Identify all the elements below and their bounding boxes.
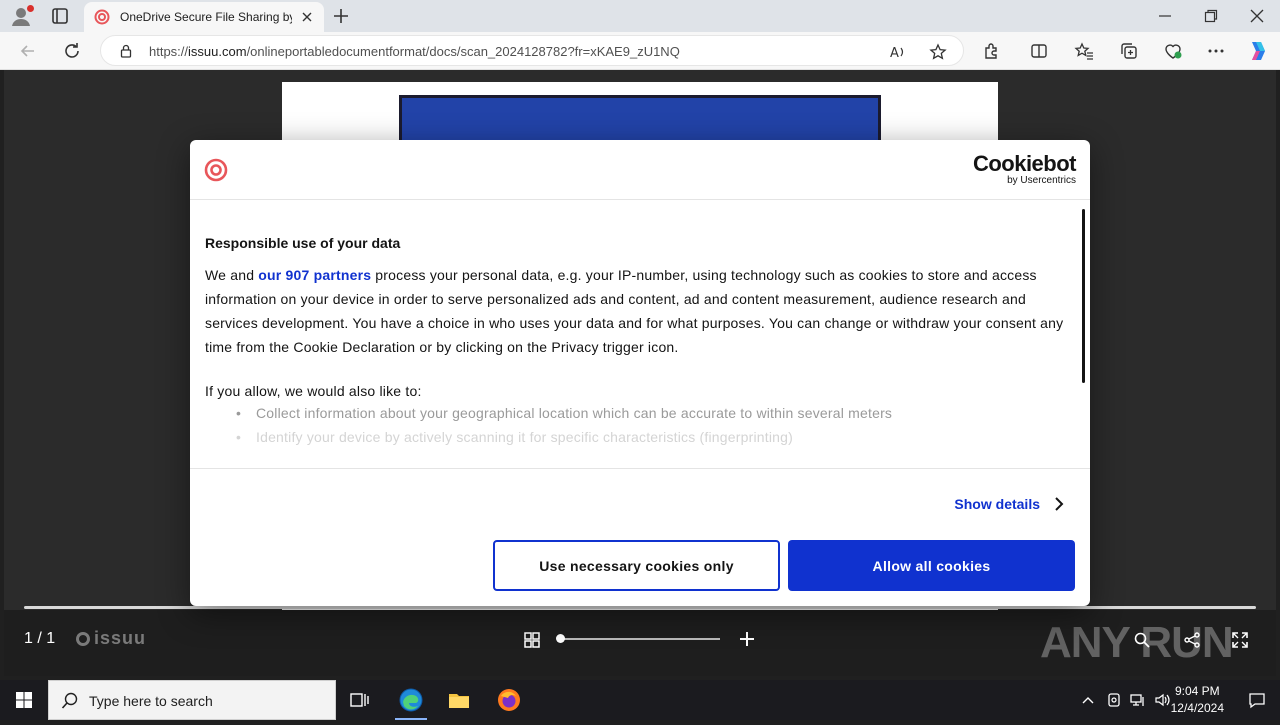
fullscreen-icon[interactable]	[1232, 632, 1248, 648]
search-placeholder: Type here to search	[89, 693, 213, 709]
grid-view-icon[interactable]	[524, 632, 540, 648]
issuu-logo: issuu	[76, 628, 146, 649]
profile-icon[interactable]	[10, 5, 34, 27]
zoom-slider-track[interactable]	[560, 638, 720, 640]
read-aloud-icon[interactable]: A	[889, 43, 907, 61]
browser-tab-bar: OneDrive Secure File Sharing by	[0, 0, 1280, 32]
edge-icon	[399, 688, 423, 712]
favorites-icon[interactable]	[1074, 41, 1094, 61]
svg-text:A: A	[890, 46, 899, 61]
page-counter: 1 / 1	[24, 630, 56, 647]
dialog-scrollbar[interactable]	[1082, 209, 1085, 383]
folder-icon	[447, 688, 471, 712]
task-view-button[interactable]	[336, 680, 384, 720]
cookie-consent-dialog: Cookiebot by Usercentrics Responsible us…	[190, 140, 1090, 606]
tab-close-icon[interactable]	[300, 10, 314, 24]
cookie-dialog-header: Cookiebot by Usercentrics	[190, 140, 1090, 200]
device-icon[interactable]	[1106, 692, 1122, 708]
restore-icon[interactable]	[1204, 9, 1218, 23]
tab-actions-icon[interactable]	[50, 6, 70, 26]
search-icon[interactable]	[1134, 632, 1150, 648]
cookie-dialog-body[interactable]: Responsible use of your data We and our …	[190, 201, 1090, 469]
browser-toolbar: https://issuu.com/onlineportabledocument…	[0, 32, 1280, 70]
share-icon[interactable]	[1184, 632, 1200, 648]
issuu-favicon-icon	[94, 9, 110, 25]
address-bar[interactable]: https://issuu.com/onlineportabledocument…	[100, 35, 964, 66]
new-tab-icon[interactable]	[332, 7, 350, 25]
zoom-in-icon[interactable]	[738, 630, 756, 648]
browser-essentials-icon[interactable]	[1163, 41, 1183, 61]
back-icon[interactable]	[18, 41, 38, 61]
network-icon[interactable]	[1130, 692, 1146, 708]
list-item: Identify your device by actively scannin…	[236, 425, 892, 449]
taskbar-firefox[interactable]	[485, 680, 533, 720]
cookiebot-brand[interactable]: Cookiebot by Usercentrics	[973, 153, 1077, 187]
copilot-icon[interactable]	[1246, 39, 1270, 63]
search-icon	[61, 692, 79, 710]
window-controls	[1140, 0, 1280, 32]
page-progress-bar[interactable]	[24, 606, 1256, 609]
favorite-star-icon[interactable]	[929, 43, 947, 61]
notification-icon[interactable]	[1248, 691, 1266, 709]
volume-icon[interactable]	[1154, 692, 1170, 708]
taskbar-file-explorer[interactable]	[435, 680, 483, 720]
taskbar-clock[interactable]: 9:04 PM 12/4/2024	[1171, 683, 1224, 717]
show-details-link[interactable]: Show details	[954, 496, 1064, 512]
windows-taskbar: Type here to search 9:04 PM 12/4/2024	[0, 680, 1280, 720]
extensions-icon[interactable]	[981, 41, 1001, 61]
url-text[interactable]: https://issuu.com/onlineportabledocument…	[149, 44, 680, 59]
collections-icon[interactable]	[1119, 41, 1139, 61]
browser-tab-active[interactable]: OneDrive Secure File Sharing by	[84, 2, 324, 32]
list-item: Collect information about your geographi…	[236, 401, 892, 425]
firefox-icon	[497, 688, 521, 712]
split-screen-icon[interactable]	[1029, 41, 1049, 61]
tab-title: OneDrive Secure File Sharing by	[120, 10, 292, 24]
start-button[interactable]	[0, 680, 48, 720]
issuu-ring-icon	[76, 631, 90, 646]
purpose-list: Collect information about your geographi…	[236, 401, 892, 449]
cookie-dialog-title: Responsible use of your data	[205, 235, 401, 251]
allow-intro-text: If you allow, we would also like to:	[205, 383, 422, 399]
task-view-icon	[348, 688, 372, 712]
zoom-slider-handle[interactable]	[556, 634, 565, 643]
minimize-icon[interactable]	[1158, 9, 1172, 23]
issuu-logo-icon	[204, 158, 228, 182]
allow-all-cookies-button[interactable]: Allow all cookies	[788, 540, 1075, 591]
more-options-icon[interactable]	[1206, 41, 1226, 61]
lock-icon[interactable]	[119, 44, 133, 58]
use-necessary-cookies-button[interactable]: Use necessary cookies only	[493, 540, 780, 591]
chevron-right-icon	[1054, 497, 1064, 511]
system-tray: 9:04 PM 12/4/2024	[1060, 680, 1280, 720]
viewer-control-bar: 1 / 1 issuu ANY RUN	[4, 606, 1276, 676]
taskbar-search-box[interactable]: Type here to search	[48, 680, 336, 720]
partners-link[interactable]: our 907 partners	[258, 267, 371, 283]
chevron-up-icon[interactable]	[1080, 692, 1096, 708]
cookie-dialog-description: We and our 907 partners process your per…	[205, 267, 1064, 355]
taskbar-edge[interactable]	[387, 680, 435, 720]
refresh-icon[interactable]	[62, 41, 82, 61]
close-window-icon[interactable]	[1250, 9, 1264, 23]
